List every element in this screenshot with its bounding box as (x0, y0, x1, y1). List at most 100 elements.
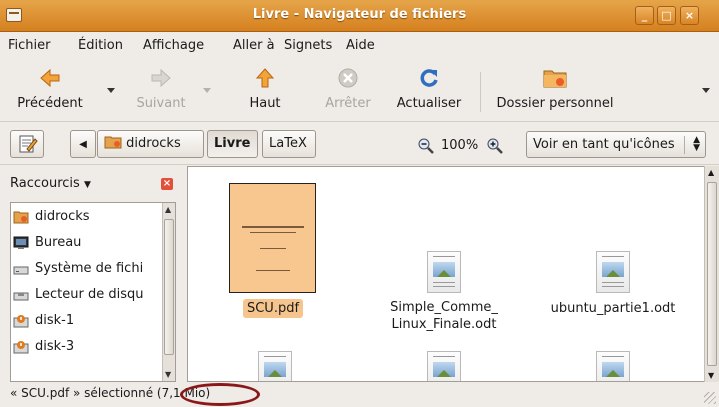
file-view-scrollbar[interactable]: ▲ ▼ (704, 166, 719, 382)
path-button-livre[interactable]: Livre (207, 130, 258, 158)
document-icon[interactable] (427, 351, 461, 381)
zoom-out-icon (418, 138, 434, 154)
places-list: didrocks Bureau Système de fichi Lecteur… (10, 202, 176, 382)
side-pane-close-icon[interactable]: × (161, 178, 173, 190)
side-pane-header: Raccourcis ▼ × (0, 166, 182, 202)
maximize-button[interactable]: □ (657, 6, 676, 25)
desktop-icon (13, 236, 29, 249)
toolbar: Précédent Suivant Haut Arrêter Actualise… (0, 58, 719, 122)
zoom-in-icon (487, 138, 503, 154)
path-scroll-left-button[interactable]: ◀ (70, 130, 96, 158)
sidebar-item-desktop[interactable]: Bureau (11, 231, 163, 257)
menu-view[interactable]: Affichage (143, 38, 204, 53)
places-scroll-thumb[interactable] (164, 219, 174, 355)
zoom-level[interactable]: 100% (441, 138, 478, 153)
select-divider (684, 136, 685, 154)
forward-history-dropdown[interactable] (203, 88, 211, 93)
chevron-down-icon: ▼ (83, 180, 91, 190)
menu-edit[interactable]: Édition (78, 38, 123, 53)
forward-label: Suivant (136, 96, 186, 111)
file-item-simple-comme-linux[interactable]: Simple_Comme_ Linux_Finale.odt (374, 167, 514, 342)
places-scrollbar[interactable]: ▲ ▼ (162, 203, 175, 381)
back-label: Précédent (17, 96, 83, 111)
document-icon[interactable] (596, 351, 630, 381)
scroll-up-icon[interactable]: ▲ (165, 205, 171, 214)
document-icon (596, 251, 630, 293)
path-label-livre: Livre (214, 136, 251, 151)
path-button-latex[interactable]: LaTeX (262, 130, 316, 158)
location-bar: ◀ didrocks Livre LaTeX 100% Voir en tant… (0, 123, 719, 165)
side-pane: Raccourcis ▼ × didrocks Bureau Système d… (0, 166, 182, 382)
path-button-home[interactable]: didrocks (97, 130, 204, 158)
close-button[interactable]: × (680, 6, 699, 25)
forward-arrow-icon (151, 68, 171, 88)
menu-bookmarks[interactable]: Signets (284, 38, 332, 53)
sidebar-item-floppy[interactable]: Lecteur de disqu (11, 283, 163, 309)
spinner-arrows-icon: ▲ ▼ (693, 135, 700, 153)
view-mode-select[interactable]: Voir en tant qu'icônes ▲ ▼ (526, 131, 706, 158)
document-icon[interactable] (258, 351, 292, 381)
file-item-ubuntu-partie1[interactable]: ubuntu_partie1.odt (538, 167, 688, 327)
up-button[interactable]: Haut (240, 66, 290, 111)
file-name: SCU.pdf (242, 299, 304, 318)
size-highlight-ellipse (180, 383, 260, 406)
scroll-down-icon[interactable]: ▼ (708, 371, 714, 380)
sidebar-item-filesystem[interactable]: Système de fichi (11, 257, 163, 283)
stop-icon (338, 68, 358, 88)
back-arrow-icon (40, 68, 60, 88)
sidebar-item-label: Lecteur de disqu (35, 287, 144, 302)
reload-label: Actualiser (396, 96, 462, 111)
menu-help[interactable]: Aide (346, 38, 375, 53)
sidebar-item-home[interactable]: didrocks (11, 205, 163, 231)
stop-button[interactable]: Arrêter (318, 66, 378, 111)
home-button[interactable]: Dossier personnel (490, 66, 620, 111)
forward-button[interactable]: Suivant (128, 66, 194, 111)
floppy-icon (13, 292, 29, 301)
file-name: ubuntu_partie1.odt (550, 301, 676, 316)
up-arrow-icon (255, 68, 275, 88)
sidebar-item-label: disk-3 (35, 339, 75, 354)
sidebar-item-label: Bureau (35, 235, 82, 250)
back-button[interactable]: Précédent (10, 66, 90, 111)
home-folder-icon (104, 136, 122, 149)
stop-label: Arrêter (325, 96, 371, 111)
home-folder-icon (543, 70, 567, 88)
home-label: Dossier personnel (496, 96, 614, 111)
menu-bar: Fichier Édition Affichage Aller à Signet… (0, 33, 719, 58)
sidebar-item-disk-3[interactable]: disk-3 (11, 335, 163, 361)
toolbar-overflow-dropdown[interactable] (702, 88, 710, 93)
usb-disk-icon (13, 315, 29, 328)
sidebar-item-label: disk-1 (35, 313, 75, 328)
usb-disk-icon (13, 341, 29, 354)
scroll-down-icon[interactable]: ▼ (165, 370, 171, 379)
path-label-home: didrocks (126, 136, 181, 151)
file-view-scroll-thumb[interactable] (707, 182, 717, 366)
status-bar: « SCU.pdf » sélectionné (7,1 Mio) (0, 382, 719, 407)
menu-go[interactable]: Aller à (233, 38, 275, 53)
sidebar-item-label: didrocks (35, 209, 90, 224)
sidebar-item-disk-1[interactable]: disk-1 (11, 309, 163, 335)
menu-file[interactable]: Fichier (8, 38, 51, 53)
edit-location-icon (19, 135, 38, 153)
back-history-dropdown[interactable] (107, 88, 115, 93)
file-item-scu-pdf[interactable]: SCU.pdf (188, 167, 358, 327)
drive-icon (13, 266, 29, 275)
up-label: Haut (249, 96, 281, 111)
side-pane-selector[interactable]: Raccourcis ▼ (10, 176, 91, 191)
title-bar: Livre - Navigateur de fichiers _ □ × (0, 0, 719, 32)
pdf-thumbnail-icon (229, 183, 316, 293)
chevron-left-icon: ◀ (79, 139, 87, 150)
scroll-up-icon[interactable]: ▲ (708, 168, 714, 177)
home-folder-icon (13, 211, 29, 224)
toggle-location-button[interactable] (10, 130, 44, 158)
zoom-in-button[interactable] (487, 138, 503, 155)
file-icon-view: SCU.pdf Simple_Comme_ Linux_Finale.odt u… (187, 166, 719, 382)
minimize-button[interactable]: _ (635, 6, 654, 25)
zoom-out-button[interactable] (418, 138, 434, 155)
toolbar-separator (480, 72, 481, 112)
reload-button[interactable]: Actualiser (389, 66, 469, 111)
window-title: Livre - Navigateur de fichiers (252, 7, 467, 22)
path-label-latex: LaTeX (269, 136, 307, 151)
document-icon (427, 251, 461, 293)
resize-grip-icon[interactable] (704, 392, 716, 404)
